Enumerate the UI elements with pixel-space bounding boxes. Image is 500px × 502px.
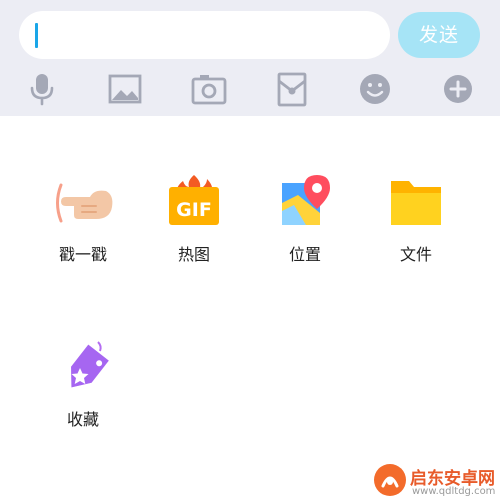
emoji-icon[interactable] bbox=[357, 71, 393, 107]
plus-icon[interactable] bbox=[440, 71, 476, 107]
poke-hand-icon bbox=[48, 173, 118, 233]
chat-input-area: 发送 bbox=[0, 0, 500, 116]
panel-item-gif[interactable]: GIF 热图 bbox=[139, 173, 249, 265]
site-watermark: 启东安卓网 www.qdltdg.com bbox=[372, 462, 500, 500]
red-packet-icon[interactable] bbox=[274, 71, 310, 107]
folder-icon bbox=[381, 173, 451, 233]
panel-item-label: 戳一戳 bbox=[58, 245, 107, 264]
message-input[interactable] bbox=[19, 11, 390, 59]
svg-text:GIF: GIF bbox=[176, 199, 212, 221]
location-map-icon bbox=[270, 173, 340, 233]
microphone-icon[interactable] bbox=[24, 71, 60, 107]
panel-item-label: 收藏 bbox=[66, 410, 99, 429]
camera-icon[interactable] bbox=[191, 71, 227, 107]
panel-item-label: 位置 bbox=[288, 245, 321, 264]
send-button[interactable]: 发送 bbox=[398, 12, 480, 58]
watermark-logo-icon bbox=[372, 462, 408, 498]
favorites-tag-icon bbox=[48, 338, 118, 398]
watermark-url: www.qdltdg.com bbox=[412, 486, 496, 497]
panel-item-poke[interactable]: 戳一戳 bbox=[28, 173, 138, 265]
image-icon[interactable] bbox=[107, 71, 143, 107]
panel-item-location[interactable]: 位置 bbox=[250, 173, 360, 265]
panel-item-label: 文件 bbox=[399, 245, 432, 264]
panel-item-file[interactable]: 文件 bbox=[361, 173, 471, 265]
panel-item-label: 热图 bbox=[177, 245, 210, 264]
gif-icon: GIF bbox=[159, 173, 229, 233]
text-cursor bbox=[35, 23, 38, 48]
panel-item-favorites[interactable]: 收藏 bbox=[28, 338, 138, 430]
